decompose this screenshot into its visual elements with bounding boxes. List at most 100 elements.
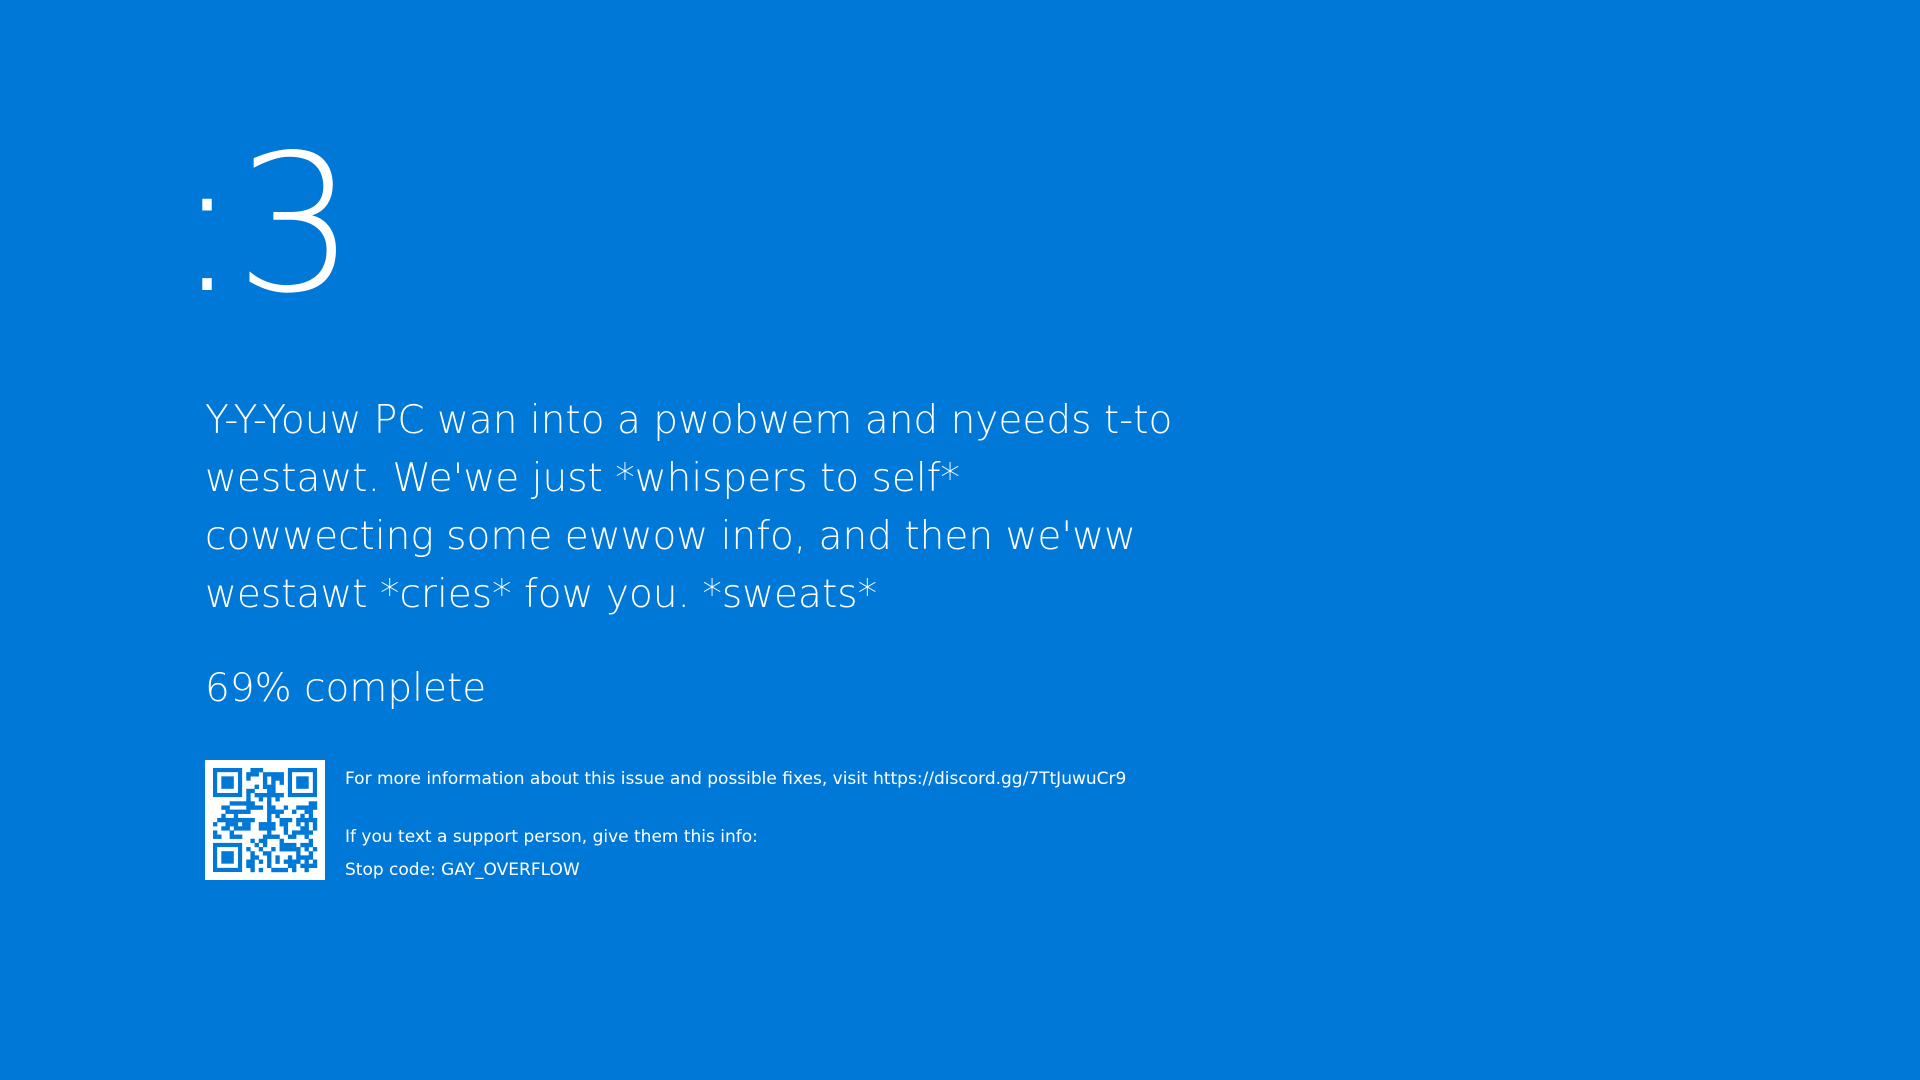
qr-module bbox=[287, 847, 293, 852]
qr-module bbox=[250, 788, 255, 794]
qr-module bbox=[287, 842, 293, 848]
qr-module bbox=[258, 822, 264, 827]
qr-module bbox=[246, 788, 251, 794]
qr-module bbox=[237, 826, 243, 831]
qr-module bbox=[275, 855, 280, 860]
qr-module bbox=[225, 805, 230, 810]
qr-module bbox=[271, 780, 276, 785]
bsod-screen: :3 Y-Y-Youw PC wan into a pwobwem and ny… bbox=[0, 0, 1920, 1080]
qr-module bbox=[271, 822, 276, 827]
qr-module bbox=[221, 817, 226, 823]
qr-module bbox=[233, 813, 239, 819]
qr-module bbox=[217, 817, 222, 823]
qr-module bbox=[292, 863, 297, 869]
qr-module bbox=[267, 859, 272, 864]
qr-module bbox=[296, 817, 301, 823]
qr-module bbox=[304, 855, 309, 860]
qr-module bbox=[229, 801, 234, 806]
qr-module bbox=[308, 805, 314, 810]
qr-module bbox=[271, 809, 276, 814]
qr-module bbox=[225, 822, 230, 827]
qr-module bbox=[283, 842, 289, 848]
qr-module bbox=[246, 863, 251, 869]
qr-module bbox=[300, 826, 305, 831]
error-message: Y-Y-Youw PC wan into a pwobwem and nyeed… bbox=[205, 398, 1173, 617]
qr-finder-inner bbox=[221, 851, 234, 864]
qr-module bbox=[233, 801, 239, 806]
qr-module bbox=[308, 809, 314, 814]
qr-module bbox=[267, 826, 272, 831]
qr-module bbox=[254, 792, 259, 798]
qr-module bbox=[304, 863, 309, 869]
qr-module bbox=[258, 768, 264, 773]
qr-module bbox=[312, 863, 318, 869]
qr-code-icon bbox=[205, 760, 325, 880]
qr-module bbox=[267, 855, 272, 860]
qr-module bbox=[262, 838, 268, 844]
qr-module bbox=[262, 776, 268, 781]
qr-module bbox=[279, 847, 284, 852]
qr-module bbox=[279, 822, 284, 827]
qr-module bbox=[221, 826, 226, 831]
more-info-text: For more information about this issue an… bbox=[345, 769, 1127, 789]
qr-module bbox=[258, 859, 264, 864]
qr-module bbox=[312, 817, 318, 823]
qr-module bbox=[275, 859, 280, 864]
qr-module bbox=[304, 826, 309, 831]
qr-module bbox=[312, 826, 318, 831]
qr-module bbox=[242, 817, 247, 823]
qr-module bbox=[267, 784, 272, 789]
qr-module bbox=[300, 813, 305, 819]
qr-module bbox=[304, 817, 309, 823]
qr-module bbox=[283, 867, 289, 873]
qr-module bbox=[271, 776, 276, 781]
qr-module bbox=[271, 826, 276, 831]
qr-module bbox=[233, 809, 239, 814]
qr-module bbox=[258, 838, 264, 844]
qr-module bbox=[296, 847, 301, 852]
qr-module bbox=[246, 801, 251, 806]
qr-module bbox=[279, 792, 284, 798]
qr-module bbox=[250, 805, 255, 810]
qr-module bbox=[296, 851, 301, 856]
qr-module bbox=[275, 867, 280, 873]
qr-module bbox=[279, 809, 284, 814]
qr-module bbox=[308, 863, 314, 869]
qr-module bbox=[275, 797, 280, 802]
qr-module bbox=[275, 813, 280, 819]
qr-module bbox=[250, 867, 255, 873]
qr-module bbox=[258, 792, 264, 798]
qr-module bbox=[267, 809, 272, 814]
qr-module bbox=[287, 855, 293, 860]
qr-module bbox=[246, 776, 251, 781]
qr-module bbox=[262, 780, 268, 785]
qr-module bbox=[267, 834, 272, 839]
qr-finder-inner bbox=[221, 776, 234, 789]
qr-module bbox=[283, 822, 289, 827]
qr-module bbox=[213, 830, 218, 835]
qr-module bbox=[308, 842, 314, 848]
qr-module bbox=[246, 826, 251, 831]
qr-module bbox=[250, 859, 255, 864]
qr-module bbox=[292, 834, 297, 839]
qr-module bbox=[267, 851, 272, 856]
qr-module bbox=[271, 847, 276, 852]
qr-module bbox=[271, 834, 276, 839]
qr-module bbox=[242, 801, 247, 806]
qr-module bbox=[246, 797, 251, 802]
qr-module bbox=[267, 830, 272, 835]
qr-module bbox=[271, 792, 276, 798]
qr-module bbox=[283, 826, 289, 831]
qr-module bbox=[292, 830, 297, 835]
qr-module bbox=[262, 822, 268, 827]
qr-module bbox=[296, 855, 301, 860]
qr-module bbox=[287, 817, 293, 823]
qr-module bbox=[296, 822, 301, 827]
qr-module bbox=[262, 772, 268, 777]
sad-face-emoticon: :3 bbox=[175, 114, 356, 335]
qr-module bbox=[254, 784, 259, 789]
qr-module bbox=[262, 842, 268, 848]
qr-module bbox=[271, 867, 276, 873]
qr-module bbox=[304, 867, 309, 873]
qr-module bbox=[246, 822, 251, 827]
